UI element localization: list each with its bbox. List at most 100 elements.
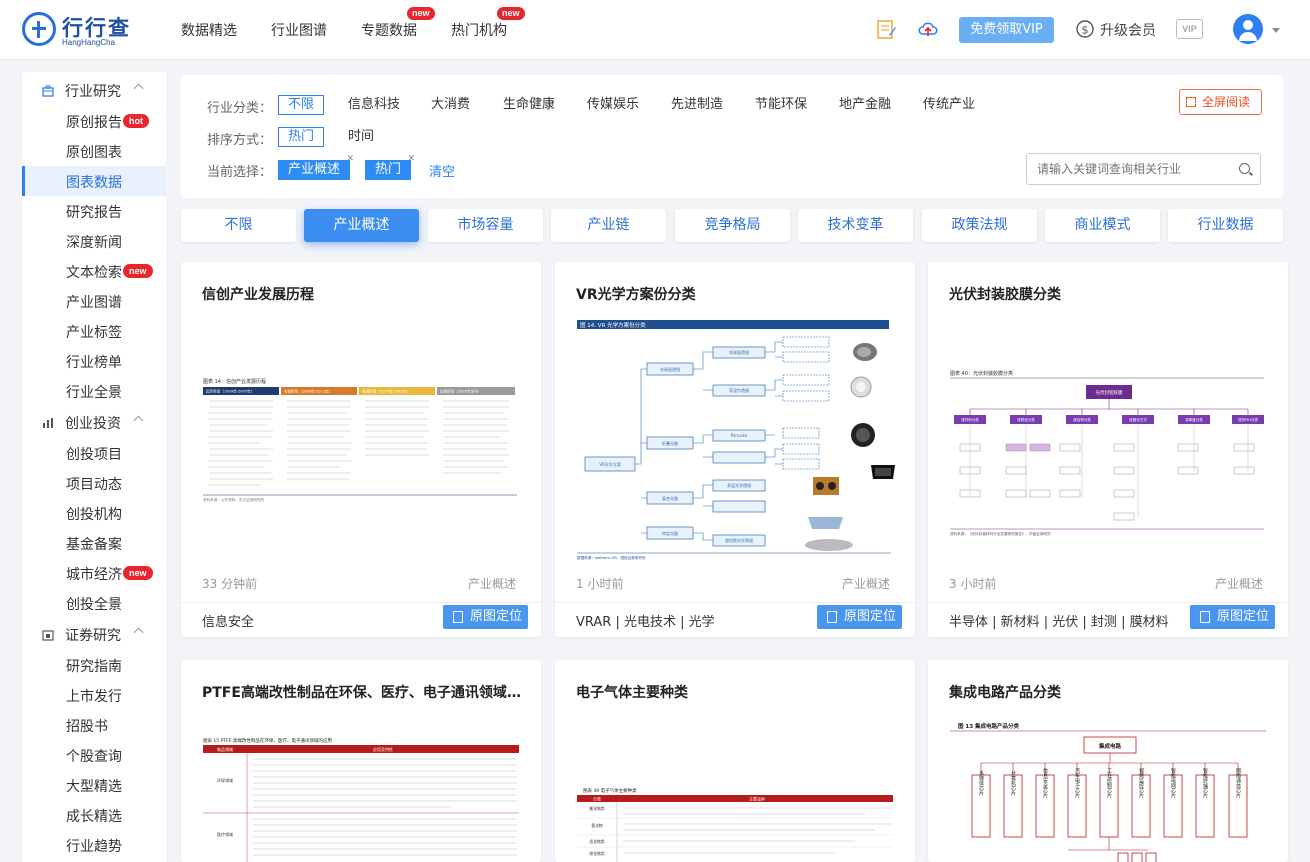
tab-industry-overview[interactable]: 产业概述 <box>304 209 419 242</box>
nav-data-selection[interactable]: 数据精选 <box>181 20 237 40</box>
sidebar-item-stock-query[interactable]: 个股查询 <box>22 740 166 770</box>
sort-option-time[interactable]: 时间 <box>348 128 374 148</box>
card-tags[interactable]: VRAR | 光电技术 | 光学 <box>576 611 715 630</box>
thumb-node-label: 多层光学透镜 <box>727 482 751 488</box>
upgrade-membership-link[interactable]: 升级会员 <box>1100 20 1156 40</box>
tab-business-model[interactable]: 商业模式 <box>1045 209 1160 242</box>
search-input[interactable] <box>1037 160 1227 178</box>
tab-industry-data[interactable]: 行业数据 <box>1168 209 1283 242</box>
chart-thumbnail[interactable]: 图表 40：光伏封装胶膜分类 光伏封装胶膜 按材料分类 按颜色分类 按结构分类 … <box>948 317 1268 567</box>
card-title[interactable]: 电子气体主要种类 <box>576 682 896 702</box>
sidebar-item-vc-projects[interactable]: 创投项目 <box>22 438 166 468</box>
sidebar-item-industry-panorama[interactable]: 行业全景 <box>22 376 166 406</box>
sidebar-item-prospectus[interactable]: 招股书 <box>22 710 166 740</box>
sidebar-item-ipo[interactable]: 上市发行 <box>22 680 166 710</box>
avatar[interactable] <box>1233 14 1263 44</box>
tab-competition[interactable]: 竞争格局 <box>675 209 790 242</box>
chart-card[interactable]: 信创产业发展历程 图表 14：信创产业发展历程 起步阶段（1999年-2007年… <box>181 262 541 637</box>
card-title[interactable]: PTFE高端改性制品在环保、医疗、电子通讯领域的应用 <box>202 682 522 702</box>
chart-card[interactable]: 集成电路产品分类 图 13 集成电路产品分类 集成电路 多媒体芯片 计算机芯片 … <box>928 660 1288 862</box>
sidebar-group-label: 证券研究 <box>65 628 121 644</box>
chart-card[interactable]: 光伏封装胶膜分类 图表 40：光伏封装胶膜分类 光伏封装胶膜 按材料分类 按颜色… <box>928 262 1288 637</box>
tab-market-size[interactable]: 市场容量 <box>428 209 543 242</box>
sidebar-item-original-chart[interactable]: 原创图表 <box>22 136 166 166</box>
chevron-down-icon[interactable] <box>1272 28 1280 33</box>
industry-option[interactable]: 传媒娱乐 <box>587 96 639 116</box>
industry-option[interactable]: 节能环保 <box>755 96 807 116</box>
sidebar-item-research-guide[interactable]: 研究指南 <box>22 650 166 680</box>
chart-thumbnail[interactable]: 图表 15 PTFE 高端改性制品在环保、医疗、电子通讯领域的应用 制品领域 应… <box>201 715 521 862</box>
close-icon[interactable]: ✕ <box>346 154 354 164</box>
sidebar-item-label: 项目动态 <box>66 477 122 493</box>
search-icon[interactable] <box>1239 163 1250 174</box>
locate-original-button[interactable]: 原图定位 <box>817 605 902 629</box>
card-title[interactable]: 集成电路产品分类 <box>949 682 1269 702</box>
sort-option-hot[interactable]: 热门 <box>278 127 325 147</box>
selected-chip[interactable]: 产业概述 ✕ <box>278 154 354 180</box>
sidebar: 行业研究 原创报告 hot 原创图表 图表数据 研究报告 深度新闻 文本检索 new… <box>22 72 166 862</box>
sidebar-item-fund-registry[interactable]: 基金备案 <box>22 528 166 558</box>
industry-option[interactable]: 信息科技 <box>348 96 400 116</box>
nav-topic-data[interactable]: 专题数据 <box>361 20 417 40</box>
card-title[interactable]: 光伏封装胶膜分类 <box>949 284 1269 304</box>
notes-icon[interactable] <box>875 18 897 40</box>
chart-card[interactable]: 电子气体主要种类 图表 39 电子气体主要种类 分类 主要品种 氟化物类 氢化物… <box>555 660 915 862</box>
industry-option[interactable]: 先进制造 <box>671 96 723 116</box>
sidebar-item-deep-news[interactable]: 深度新闻 <box>22 226 166 256</box>
thumb-node-label: 智能终端芯片 <box>1202 767 1208 799</box>
sidebar-item-research-report[interactable]: 研究报告 <box>22 196 166 226</box>
selected-chip[interactable]: 热门 ✕ <box>365 154 415 180</box>
sidebar-item-industry-tags[interactable]: 产业标签 <box>22 316 166 346</box>
sidebar-item-growth-picks[interactable]: 成长精选 <box>22 800 166 830</box>
sidebar-item-original-report[interactable]: 原创报告 hot <box>22 106 166 136</box>
tab-industry-chain[interactable]: 产业链 <box>551 209 666 242</box>
sidebar-item-industry-trends[interactable]: 行业趋势 <box>22 830 166 860</box>
chevron-up-icon[interactable] <box>133 627 144 638</box>
sidebar-group-industry-research[interactable]: 行业研究 <box>22 77 166 105</box>
nav-hot-institutions[interactable]: 热门机构 <box>451 20 507 40</box>
industry-option-all[interactable]: 不限 <box>278 95 325 115</box>
chart-thumbnail[interactable]: 图表 14：信创产业发展历程 起步阶段（1999年-2007年） 实践阶段（20… <box>201 317 521 567</box>
tab-all[interactable]: 不限 <box>181 209 296 242</box>
sidebar-item-large-cap-picks[interactable]: 大型精选 <box>22 770 166 800</box>
locate-original-button[interactable]: 原图定位 <box>1190 605 1275 629</box>
chart-thumbnail[interactable]: 图表 39 电子气体主要种类 分类 主要品种 氟化物类 氢化物 卤化物类 碳化物… <box>575 715 895 862</box>
sidebar-item-vc-institutions[interactable]: 创投机构 <box>22 498 166 528</box>
industry-option[interactable]: 大消费 <box>431 96 470 116</box>
card-tags[interactable]: 信息安全 <box>202 611 254 630</box>
sidebar-item-vc-panorama[interactable]: 创投全景 <box>22 588 166 618</box>
chart-card[interactable]: VR光学方案份分类 图 14. VR 光学方案份分类 VR光学方案 非球面透镜 … <box>555 262 915 637</box>
free-vip-button[interactable]: 免费领取VIP <box>959 17 1054 43</box>
tab-tech-change[interactable]: 技术变革 <box>798 209 913 242</box>
card-title[interactable]: 信创产业发展历程 <box>202 284 522 304</box>
industry-option[interactable]: 地产金融 <box>839 96 891 116</box>
card-tags[interactable]: 半导体 | 新材料 | 光伏 | 封测 | 膜材料 <box>949 611 1169 630</box>
chart-thumbnail[interactable]: 图 14. VR 光学方案份分类 VR光学方案 非球面透镜 折叠光路 复合光路 … <box>575 317 895 567</box>
chevron-up-icon[interactable] <box>133 83 144 94</box>
sidebar-group-securities-research[interactable]: 证券研究 <box>22 621 166 649</box>
logo[interactable]: 行行查 HangHangCha <box>22 12 152 48</box>
sidebar-item-project-news[interactable]: 项目动态 <box>22 468 166 498</box>
divider <box>928 602 1288 603</box>
sidebar-item-city-economy[interactable]: 城市经济 new <box>22 558 166 588</box>
thumb-header: 分类 <box>593 796 601 802</box>
clear-filters-link[interactable]: 清空 <box>429 161 455 180</box>
cloud-upload-icon[interactable] <box>917 18 939 40</box>
tab-policy[interactable]: 政策法规 <box>922 209 1037 242</box>
chart-card[interactable]: PTFE高端改性制品在环保、医疗、电子通讯领域的应用 图表 15 PTFE 高端… <box>181 660 541 862</box>
sidebar-item-chart-data[interactable]: 图表数据 <box>22 166 166 196</box>
sidebar-item-industry-map[interactable]: 产业图谱 <box>22 286 166 316</box>
fullscreen-read-button[interactable]: 全屏阅读 <box>1179 89 1262 115</box>
sidebar-item-industry-ranking[interactable]: 行业榜单 <box>22 346 166 376</box>
close-icon[interactable]: ✕ <box>407 154 415 164</box>
industry-option[interactable]: 传统产业 <box>923 96 975 116</box>
industry-option[interactable]: 生命健康 <box>503 96 555 116</box>
locate-original-button[interactable]: 原图定位 <box>443 605 528 629</box>
card-title[interactable]: VR光学方案份分类 <box>576 284 896 304</box>
sidebar-group-venture-investment[interactable]: 创业投资 <box>22 409 166 437</box>
chevron-up-icon[interactable] <box>133 415 144 426</box>
thumb-caption: 图表 39 电子气体主要种类 <box>583 787 637 794</box>
chart-thumbnail[interactable]: 图 13 集成电路产品分类 集成电路 多媒体芯片 计算机芯片 信息安全芯片 汽车… <box>948 715 1268 862</box>
nav-industry-map[interactable]: 行业图谱 <box>271 20 327 40</box>
sidebar-item-text-search[interactable]: 文本检索 new <box>22 256 166 286</box>
